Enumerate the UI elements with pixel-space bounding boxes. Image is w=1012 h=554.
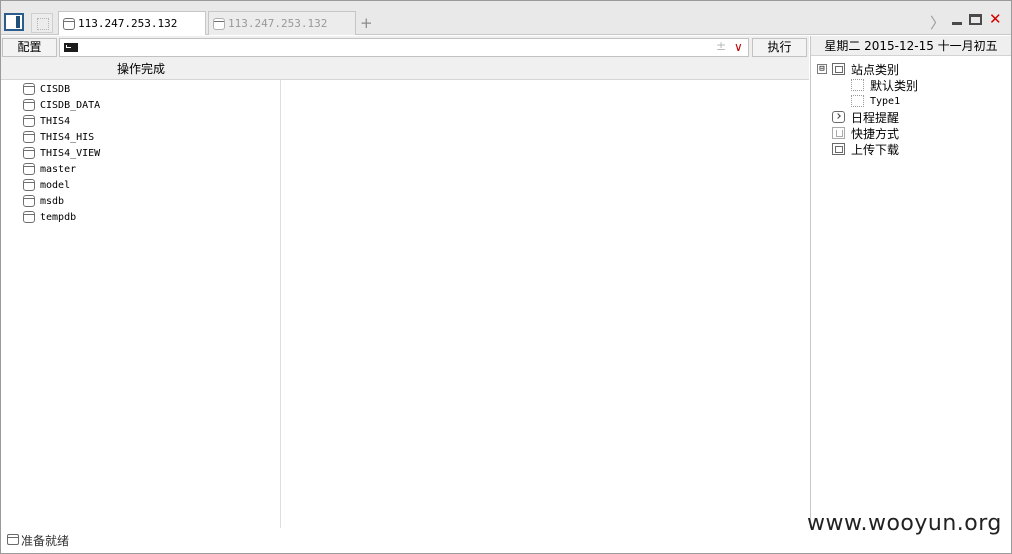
tree-item-shortcuts[interactable]: 快捷方式 (832, 125, 899, 141)
list-item[interactable]: THIS4_HIS (23, 129, 94, 145)
tree-label: 默认类别 (870, 78, 919, 93)
category-icon (851, 79, 864, 91)
database-icon (23, 195, 35, 207)
tree-item-upload-download[interactable]: 上传下载 (832, 141, 899, 157)
tree-item-type1[interactable]: Type1 (851, 93, 900, 109)
database-icon (23, 115, 35, 127)
tab-label: 113.247.253.132 (78, 17, 178, 30)
command-row: 配置 ± ∨ 执行 (1, 36, 809, 58)
tree-item-schedule[interactable]: 日程提醒 (832, 109, 899, 125)
new-tab-button[interactable]: + (360, 14, 373, 32)
list-item[interactable]: tempdb (23, 209, 76, 225)
tree-item-site-category[interactable]: ⊟ 站点类别 (817, 61, 899, 77)
list-item[interactable]: msdb (23, 193, 64, 209)
database-icon (23, 179, 35, 191)
database-list: CISDB CISDB_DATA THIS4 THIS4_HIS THIS4_V… (1, 80, 281, 528)
category-icon (851, 95, 864, 107)
collapse-icon[interactable]: ⊟ (817, 64, 827, 74)
database-name: THIS4 (40, 115, 71, 127)
status-strip (281, 58, 809, 80)
database-name: master (40, 163, 77, 175)
database-name: THIS4_HIS (40, 131, 95, 143)
plus-minus-icon[interactable]: ± (716, 39, 726, 53)
list-item[interactable]: model (23, 177, 70, 193)
minimize-button[interactable] (952, 22, 962, 25)
date-display: 星期二 2015-12-15 十一月初五 (811, 36, 1011, 56)
watermark: www.wooyun.org (807, 511, 1002, 536)
status-icon (7, 534, 19, 545)
folder-icon (832, 63, 845, 75)
app-window: 113.247.253.132 113.247.253.132 + 〉 ✕ 配置… (0, 0, 1012, 554)
database-icon (23, 147, 35, 159)
tab-label: 113.247.253.132 (228, 17, 328, 30)
tree-label: Type1 (870, 95, 901, 107)
clock-icon (832, 111, 845, 123)
database-name: model (40, 179, 71, 191)
chevron-right-icon[interactable]: 〉 (930, 12, 945, 33)
database-icon (23, 131, 35, 143)
database-icon (23, 99, 35, 111)
list-item[interactable]: THIS4_VIEW (23, 145, 100, 161)
database-icon (23, 83, 35, 95)
close-button[interactable]: ✕ (989, 10, 1002, 28)
database-icon (63, 17, 75, 30)
tree-item-default-category[interactable]: 默认类别 (851, 77, 918, 93)
hand-icon (832, 127, 845, 139)
database-name: CISDB_DATA (40, 99, 101, 111)
tree-label: 日程提醒 (851, 110, 900, 125)
list-item[interactable]: CISDB_DATA (23, 97, 100, 113)
execute-button[interactable]: 执行 (752, 38, 807, 57)
main-content-area[interactable] (282, 80, 809, 528)
upload-download-icon (832, 143, 845, 155)
side-panel: 星期二 2015-12-15 十一月初五 ⊟ 站点类别 默认类别 Type1 日… (810, 36, 1011, 528)
operation-status: 操作完成 (1, 58, 281, 80)
database-name: THIS4_VIEW (40, 147, 101, 159)
database-icon (23, 211, 35, 223)
database-icon (23, 163, 35, 175)
tree-label: 站点类别 (851, 62, 900, 77)
panel-toggle-icon[interactable] (4, 13, 24, 31)
tree-label: 快捷方式 (851, 126, 900, 141)
tab-session-active[interactable]: 113.247.253.132 (58, 11, 206, 35)
status-text: 准备就绪 (21, 534, 70, 548)
list-item[interactable]: THIS4 (23, 113, 70, 129)
tree-label: 上传下载 (851, 142, 900, 157)
database-name: CISDB (40, 83, 71, 95)
terminal-icon (64, 43, 78, 52)
chevron-down-icon[interactable]: ∨ (734, 40, 743, 54)
config-button[interactable]: 配置 (2, 38, 57, 57)
maximize-button[interactable] (969, 14, 982, 25)
database-name: msdb (40, 195, 65, 207)
tab-bar: 113.247.253.132 113.247.253.132 + 〉 ✕ (1, 1, 1011, 35)
list-item[interactable]: CISDB (23, 81, 70, 97)
database-name: tempdb (40, 211, 77, 223)
command-input[interactable]: ± ∨ (59, 38, 749, 57)
blank-tab-icon[interactable] (31, 13, 53, 33)
list-item[interactable]: master (23, 161, 76, 177)
database-icon (213, 17, 225, 30)
tab-session-inactive[interactable]: 113.247.253.132 (208, 11, 356, 35)
